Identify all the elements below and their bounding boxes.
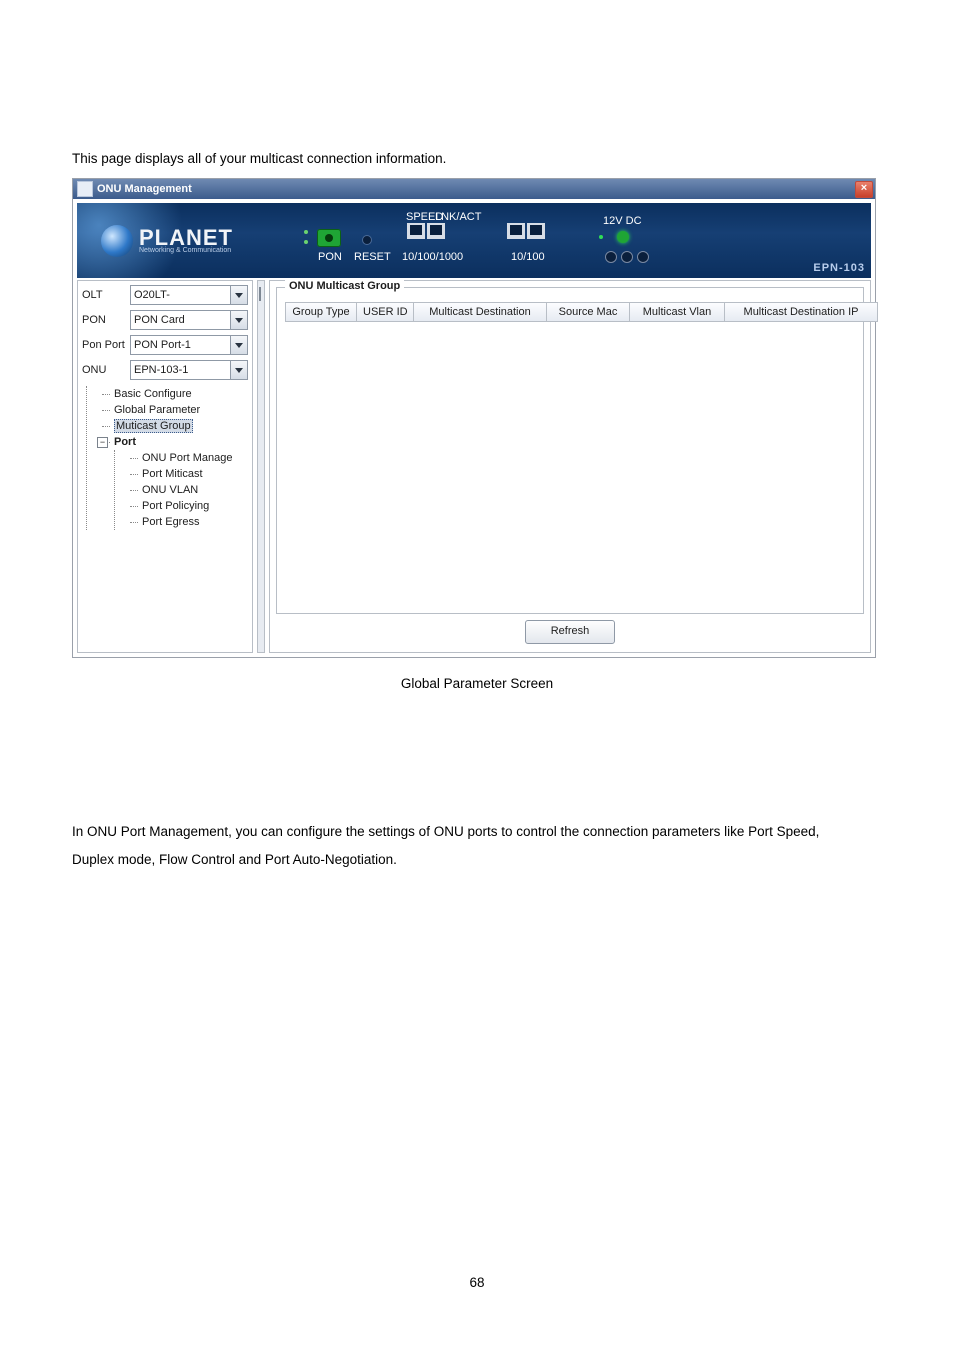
brand-name: PLANET: [139, 229, 233, 247]
label-10-100-1000: 10/100/1000: [402, 251, 463, 263]
pon-select[interactable]: PON Card: [130, 310, 248, 330]
page-number: 68: [0, 1275, 954, 1290]
tree-item-port-egress[interactable]: Port Egress: [126, 514, 248, 530]
section-text-line2: Duplex mode, Flow Control and Port Auto-…: [72, 846, 397, 874]
chevron-down-icon[interactable]: [230, 336, 247, 354]
led-icon: [304, 240, 308, 244]
power-led-icon: [617, 231, 629, 243]
tree-collapse-icon[interactable]: −: [97, 437, 108, 448]
device-banner: PLANET Networking & Communication PON: [77, 203, 871, 278]
onu-select-value: EPN-103-1: [134, 364, 188, 376]
onu-label: ONU: [82, 364, 130, 376]
label-12vdc: 12V DC: [603, 215, 642, 227]
tree-item-port-multicast[interactable]: Port Miticast: [126, 466, 248, 482]
col-user-id[interactable]: USER ID: [357, 302, 414, 322]
rj45-pair-icon: [407, 223, 447, 239]
section-text-line1: In ONU Port Management, you can configur…: [72, 818, 819, 846]
window-titlebar: ONU Management ×: [73, 179, 875, 199]
col-multicast-vlan[interactable]: Multicast Vlan: [630, 302, 725, 322]
tree-item-onu-port-manage[interactable]: ONU Port Manage: [126, 450, 248, 466]
tree-item-multicast-group[interactable]: Muticast Group: [98, 418, 248, 434]
rj45-pair-icon: [507, 223, 547, 239]
col-source-mac[interactable]: Source Mac: [547, 302, 630, 322]
label-reset: RESET: [354, 251, 391, 263]
ponport-select-value: PON Port-1: [134, 339, 191, 351]
col-multicast-destination[interactable]: Multicast Destination: [414, 302, 547, 322]
dc-jack-icon: [605, 251, 649, 263]
content-pane: ONU Multicast Group Group Type USER ID M…: [269, 280, 871, 653]
refresh-button[interactable]: Refresh: [525, 620, 615, 644]
sidebar: OLT O20LT- PON PON Card Pon Port: [77, 280, 253, 653]
splitter-handle[interactable]: [257, 280, 265, 653]
brand-tagline: Networking & Communication: [139, 247, 233, 254]
globe-icon: [101, 225, 133, 257]
power-dot-icon: [599, 235, 603, 239]
onu-select[interactable]: EPN-103-1: [130, 360, 248, 380]
label-lnkact: LNK/ACT: [435, 211, 481, 223]
tree-item-port-policying[interactable]: Port Policying: [126, 498, 248, 514]
olt-label: OLT: [82, 289, 130, 301]
tree-item-basic-configure[interactable]: Basic Configure: [98, 386, 248, 402]
chevron-down-icon[interactable]: [230, 286, 247, 304]
chevron-down-icon[interactable]: [230, 361, 247, 379]
window-close-button[interactable]: ×: [855, 181, 873, 198]
label-10-100: 10/100: [511, 251, 545, 263]
ponport-select[interactable]: PON Port-1: [130, 335, 248, 355]
label-pon: PON: [318, 251, 342, 263]
col-group-type[interactable]: Group Type: [285, 302, 357, 322]
window-icon: [77, 181, 93, 197]
chevron-down-icon[interactable]: [230, 311, 247, 329]
led-icon: [304, 230, 308, 234]
olt-select[interactable]: O20LT-: [130, 285, 248, 305]
brand-logo: PLANET Networking & Communication: [101, 225, 233, 257]
col-multicast-destination-ip[interactable]: Multicast Destination IP: [725, 302, 878, 322]
pon-select-value: PON Card: [134, 314, 185, 326]
tree-branch-port[interactable]: − Port: [98, 434, 248, 450]
pon-label: PON: [82, 314, 130, 326]
tree-item-onu-vlan[interactable]: ONU VLAN: [126, 482, 248, 498]
intro-text: This page displays all of your multicast…: [72, 145, 446, 173]
groupbox-legend: ONU Multicast Group: [285, 280, 404, 292]
table-header-row: Group Type USER ID Multicast Destination…: [285, 302, 878, 322]
onu-multicast-group-box: ONU Multicast Group Group Type USER ID M…: [276, 287, 864, 614]
nav-tree: Basic Configure Global Parameter Muticas…: [82, 386, 248, 530]
reset-hole-icon: [362, 235, 372, 245]
olt-select-value: O20LT-: [134, 289, 170, 301]
pon-port-icon: [317, 229, 341, 247]
onu-management-window: ONU Management × PLANET Networking & Com…: [72, 178, 876, 658]
ponport-label: Pon Port: [82, 339, 130, 351]
device-model: EPN-103: [813, 262, 865, 274]
window-title: ONU Management: [97, 183, 192, 195]
tree-item-global-parameter[interactable]: Global Parameter: [98, 402, 248, 418]
figure-caption: Global Parameter Screen: [0, 676, 954, 691]
